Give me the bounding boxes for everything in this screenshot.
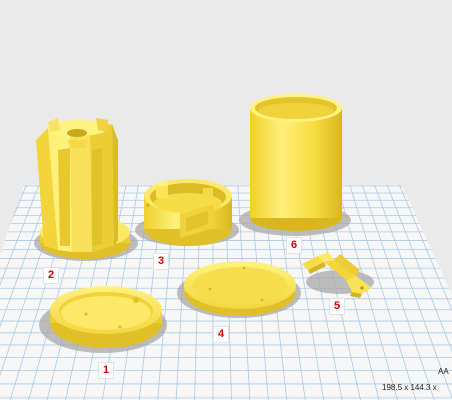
part-label-6: 6 <box>286 237 302 254</box>
part-2-spindle[interactable] <box>36 118 130 259</box>
3d-viewport[interactable]: 1 2 3 4 5 6 <box>0 0 452 400</box>
part-6-cylinder[interactable] <box>250 94 342 231</box>
profile-abbrev-text: AA <box>438 367 449 376</box>
part-label-3: 3 <box>153 253 169 270</box>
part-1-lid[interactable] <box>50 286 162 348</box>
part-label-5: 5 <box>329 298 345 315</box>
part-4-disc[interactable] <box>184 261 296 316</box>
part-3-open-box[interactable] <box>144 179 232 246</box>
part-label-2: 2 <box>43 267 59 284</box>
part-label-4: 4 <box>213 326 229 343</box>
part-label-1: 1 <box>98 362 114 379</box>
object-dimensions-text: 198.5 x 144.3 x <box>382 383 437 392</box>
